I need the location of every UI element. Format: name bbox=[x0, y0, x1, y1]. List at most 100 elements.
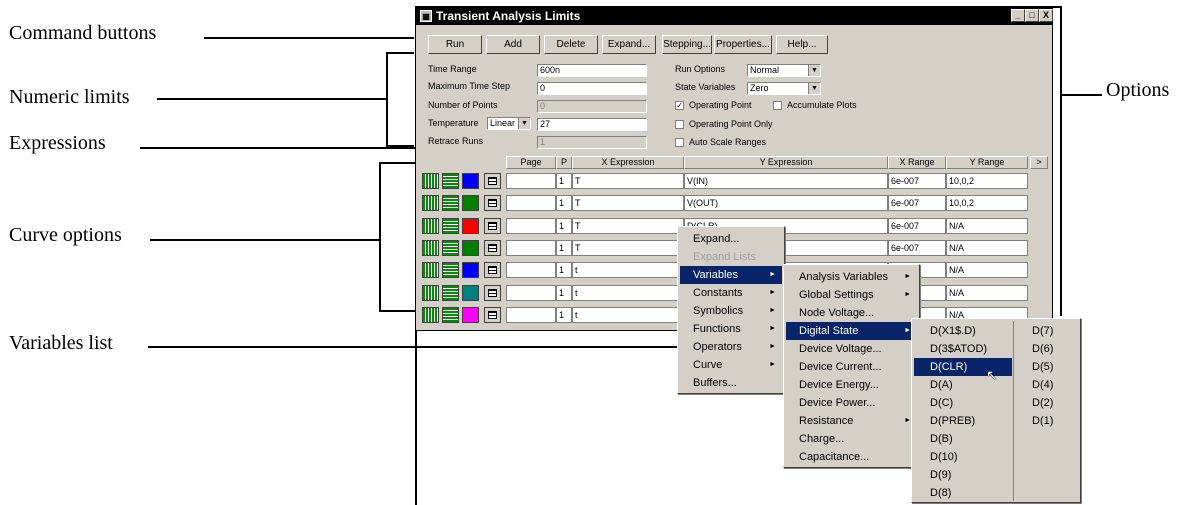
variables-menu-item[interactable]: Capacitance... bbox=[786, 448, 917, 466]
maximize-button[interactable]: □ bbox=[1025, 9, 1039, 22]
p-cell[interactable]: 1 bbox=[556, 285, 572, 301]
y-range-cell[interactable]: N/A bbox=[946, 285, 1028, 301]
column-header-page[interactable]: Page bbox=[506, 156, 556, 169]
curve-pattern-swatch[interactable] bbox=[442, 262, 459, 278]
digital-state-item[interactable]: D(7) bbox=[1016, 322, 1078, 340]
context-menu-item[interactable]: Variables ► bbox=[680, 266, 782, 284]
context-menu-item[interactable]: Operators ► bbox=[680, 338, 782, 356]
x-range-cell[interactable]: 6e-007 bbox=[888, 218, 946, 234]
curve-color-swatch[interactable] bbox=[462, 285, 479, 301]
y-range-cell[interactable]: N/A bbox=[946, 262, 1028, 278]
context-menu-item[interactable]: Functions ► bbox=[680, 320, 782, 338]
x-expression-cell[interactable]: T bbox=[572, 173, 684, 189]
y-expression-cell[interactable]: V(IN) bbox=[684, 173, 888, 189]
curve-line-style-swatch[interactable] bbox=[422, 218, 439, 234]
temperature-mode-select[interactable]: Linear ▼ bbox=[487, 117, 531, 130]
add-button[interactable]: Add bbox=[486, 35, 540, 54]
p-cell[interactable]: 1 bbox=[556, 195, 572, 211]
curve-color-swatch[interactable] bbox=[462, 195, 479, 211]
x-range-cell[interactable]: 6e-007 bbox=[888, 173, 946, 189]
auto-scale-ranges-checkbox[interactable] bbox=[675, 138, 684, 147]
stepping-button[interactable]: Stepping... bbox=[662, 35, 712, 54]
context-menu-item[interactable]: Expand... bbox=[680, 230, 782, 248]
curve-color-swatch[interactable] bbox=[462, 173, 479, 189]
page-cell[interactable] bbox=[506, 218, 556, 234]
digital-state-item[interactable]: D(5) bbox=[1016, 358, 1078, 376]
accumulate-plots-checkbox[interactable] bbox=[773, 101, 782, 110]
variables-menu-item[interactable]: Digital State ► bbox=[786, 322, 917, 340]
table-icon[interactable] bbox=[484, 285, 501, 301]
chevron-down-icon[interactable]: ▼ bbox=[808, 65, 820, 76]
column-header-y-expression[interactable]: Y Expression bbox=[684, 156, 888, 169]
y-expression-cell[interactable]: V(OUT) bbox=[684, 195, 888, 211]
curve-color-swatch[interactable] bbox=[462, 262, 479, 278]
digital-state-item[interactable]: D(4) bbox=[1016, 376, 1078, 394]
digital-state-item[interactable]: D(10) bbox=[914, 448, 1012, 466]
variables-menu-item[interactable]: Device Power... bbox=[786, 394, 917, 412]
curve-pattern-swatch[interactable] bbox=[442, 285, 459, 301]
y-range-cell[interactable]: N/A bbox=[946, 240, 1028, 256]
minimize-button[interactable]: _ bbox=[1011, 9, 1025, 22]
x-expression-cell[interactable]: t bbox=[572, 307, 684, 323]
digital-state-item[interactable]: D(2) bbox=[1016, 394, 1078, 412]
digital-state-item[interactable]: D(6) bbox=[1016, 340, 1078, 358]
x-expression-cell[interactable]: t bbox=[572, 285, 684, 301]
curve-color-swatch[interactable] bbox=[462, 240, 479, 256]
x-expression-cell[interactable]: T bbox=[572, 240, 684, 256]
column-header-x-expression[interactable]: X Expression bbox=[572, 156, 684, 169]
delete-button[interactable]: Delete bbox=[544, 35, 598, 54]
page-cell[interactable] bbox=[506, 195, 556, 211]
curve-color-swatch[interactable] bbox=[462, 218, 479, 234]
y-range-cell[interactable]: 10,0,2 bbox=[946, 173, 1028, 189]
digital-state-item[interactable]: D(9) bbox=[914, 466, 1012, 484]
y-range-cell[interactable]: N/A bbox=[946, 218, 1028, 234]
variables-menu-item[interactable]: Device Voltage... bbox=[786, 340, 917, 358]
page-cell[interactable] bbox=[506, 173, 556, 189]
curve-pattern-swatch[interactable] bbox=[442, 195, 459, 211]
title-bar[interactable]: ▦ Transient Analysis Limits _ □ X bbox=[416, 7, 1053, 25]
x-range-cell[interactable]: 6e-007 bbox=[888, 240, 946, 256]
chevron-down-icon[interactable]: ▼ bbox=[808, 83, 820, 94]
table-icon[interactable] bbox=[484, 218, 501, 234]
y-range-cell[interactable]: 10,0,2 bbox=[946, 195, 1028, 211]
context-menu-item[interactable]: Buffers... bbox=[680, 374, 782, 392]
curve-line-style-swatch[interactable] bbox=[422, 240, 439, 256]
p-cell[interactable]: 1 bbox=[556, 240, 572, 256]
page-cell[interactable] bbox=[506, 285, 556, 301]
p-cell[interactable]: 1 bbox=[556, 262, 572, 278]
table-icon[interactable] bbox=[484, 307, 501, 323]
context-menu-item[interactable]: Curve ► bbox=[680, 356, 782, 374]
time-range-field[interactable]: 600n bbox=[537, 64, 647, 77]
x-expression-cell[interactable]: T bbox=[572, 218, 684, 234]
column-scroll-right-button[interactable]: > bbox=[1030, 156, 1048, 169]
digital-state-item[interactable]: D(X1$.D) bbox=[914, 322, 1012, 340]
close-button[interactable]: X bbox=[1039, 9, 1053, 22]
digital-state-item[interactable]: D(8) bbox=[914, 484, 1012, 502]
max-time-step-field[interactable]: 0 bbox=[537, 82, 647, 95]
page-cell[interactable] bbox=[506, 307, 556, 323]
curve-pattern-swatch[interactable] bbox=[442, 218, 459, 234]
help-button[interactable]: Help... bbox=[776, 35, 828, 54]
digital-state-item[interactable]: D(C) bbox=[914, 394, 1012, 412]
variables-menu-item[interactable]: Analysis Variables ► bbox=[786, 268, 917, 286]
temperature-field[interactable]: 27 bbox=[537, 118, 647, 131]
page-cell[interactable] bbox=[506, 240, 556, 256]
chevron-down-icon[interactable]: ▼ bbox=[518, 118, 530, 129]
curve-pattern-swatch[interactable] bbox=[442, 240, 459, 256]
curve-pattern-swatch[interactable] bbox=[442, 173, 459, 189]
curve-line-style-swatch[interactable] bbox=[422, 307, 439, 323]
x-expression-cell[interactable]: t bbox=[572, 262, 684, 278]
x-range-cell[interactable]: 6e-007 bbox=[888, 195, 946, 211]
curve-color-swatch[interactable] bbox=[462, 307, 479, 323]
column-header-y-range[interactable]: Y Range bbox=[946, 156, 1028, 169]
digital-state-item[interactable]: D(B) bbox=[914, 430, 1012, 448]
variables-menu-item[interactable]: Device Current... bbox=[786, 358, 917, 376]
p-cell[interactable]: 1 bbox=[556, 173, 572, 189]
curve-line-style-swatch[interactable] bbox=[422, 173, 439, 189]
table-icon[interactable] bbox=[484, 240, 501, 256]
p-cell[interactable]: 1 bbox=[556, 307, 572, 323]
curve-pattern-swatch[interactable] bbox=[442, 307, 459, 323]
p-cell[interactable]: 1 bbox=[556, 218, 572, 234]
expand-button[interactable]: Expand... bbox=[602, 35, 656, 54]
operating-point-only-checkbox[interactable] bbox=[675, 120, 684, 129]
